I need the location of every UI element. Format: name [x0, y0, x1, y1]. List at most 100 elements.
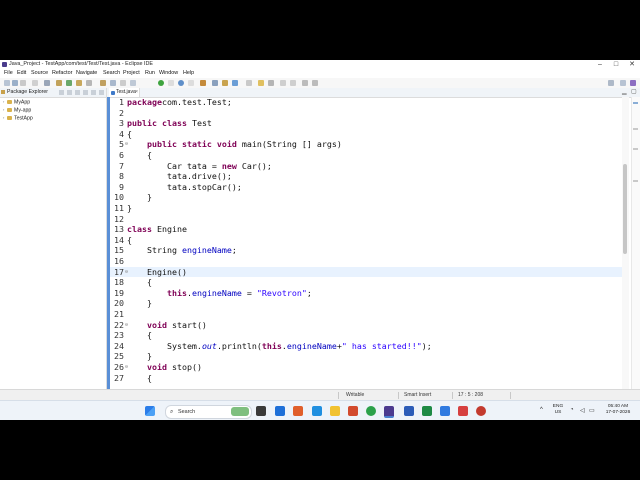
chrome-icon[interactable] — [366, 406, 376, 416]
coverage-icon[interactable] — [66, 80, 72, 86]
maximize-view-icon[interactable] — [99, 90, 104, 95]
copilot-icon[interactable] — [293, 406, 303, 416]
menu-project[interactable]: Project — [123, 69, 140, 78]
forward-icon[interactable] — [312, 80, 318, 86]
run-icon[interactable] — [158, 80, 164, 86]
run-dropdown-icon[interactable] — [168, 80, 174, 86]
code-line[interactable]: 16 — [110, 256, 622, 267]
tray-chevron-icon[interactable]: ^ — [540, 407, 543, 413]
excel-icon[interactable] — [422, 406, 432, 416]
photos-icon[interactable] — [440, 406, 450, 416]
print-icon[interactable] — [32, 80, 38, 86]
scrollbar-thumb[interactable] — [623, 164, 627, 254]
windows-start-icon[interactable] — [145, 406, 155, 416]
code-line[interactable]: 24 System.out.println(this.engineName+" … — [110, 341, 622, 352]
prev-annotation-icon[interactable] — [290, 80, 296, 86]
code-line[interactable]: 9 tata.stopCar(); — [110, 182, 622, 193]
toggle-mark-icon[interactable] — [246, 80, 252, 86]
overview-marker[interactable] — [633, 128, 638, 130]
maximize-button[interactable]: □ — [608, 60, 624, 69]
annotation-icon[interactable] — [120, 80, 126, 86]
code-line[interactable]: 22 ⊖ void start() — [110, 320, 622, 331]
code-line[interactable]: 6 { — [110, 150, 622, 161]
app-icon[interactable] — [476, 406, 486, 416]
new-java-project-icon[interactable] — [212, 80, 218, 86]
language-indicator[interactable]: ENG US — [551, 404, 565, 416]
new-icon[interactable] — [4, 80, 10, 86]
code-line[interactable]: 8 tata.drive(); — [110, 171, 622, 182]
new-java-package-icon[interactable] — [222, 80, 228, 86]
menu-run[interactable]: Run — [145, 69, 155, 78]
code-line[interactable]: 11} — [110, 203, 622, 214]
volume-icon[interactable]: ◁ — [580, 407, 585, 414]
code-line[interactable]: 7 Car tata = new Car(); — [110, 161, 622, 172]
debug-dropdown-icon[interactable] — [188, 80, 194, 86]
open-type-icon[interactable] — [100, 80, 106, 86]
store-icon[interactable] — [348, 406, 358, 416]
menu-window[interactable]: Window — [159, 69, 178, 78]
code-line[interactable]: 2 — [110, 108, 622, 119]
debug-run-icon[interactable] — [178, 80, 184, 86]
next-annotation-icon[interactable] — [280, 80, 286, 86]
package-explorer-title[interactable]: Package Explorer — [7, 88, 48, 97]
code-line[interactable]: 27 { — [110, 373, 622, 384]
code-line[interactable]: 10 } — [110, 192, 622, 203]
overview-marker[interactable] — [633, 180, 638, 182]
code-line[interactable]: 15 String engineName; — [110, 245, 622, 256]
close-button[interactable]: ✕ — [624, 60, 640, 69]
save-all-icon[interactable] — [20, 80, 26, 86]
code-line[interactable]: 5 ⊖ public static void main(String [] arg… — [110, 139, 622, 150]
project-item[interactable]: › My-app — [3, 106, 31, 114]
link-editor-icon[interactable] — [67, 90, 72, 95]
code-line[interactable]: 23 { — [110, 330, 622, 341]
minimize-button[interactable]: – — [592, 60, 608, 69]
collapse-all-icon[interactable] — [59, 90, 64, 95]
overview-marker[interactable] — [633, 102, 638, 104]
new-package-icon[interactable] — [76, 80, 82, 86]
code-line[interactable]: 19 this.engineName = "Revotron"; — [110, 288, 622, 299]
code-line[interactable]: 3 public class Test — [110, 118, 622, 129]
code-line[interactable]: 14{ — [110, 235, 622, 246]
clock[interactable]: 05:40 AM 17-07-2026 — [602, 404, 634, 416]
widgets-icon[interactable] — [275, 406, 285, 416]
overview-ruler[interactable] — [631, 97, 640, 400]
overview-marker[interactable] — [633, 148, 638, 150]
pin-icon[interactable] — [130, 80, 136, 86]
code-line[interactable]: 1 packagecom.test.Test; — [110, 97, 622, 108]
code-line[interactable]: 18 { — [110, 277, 622, 288]
code-line[interactable]: 4{ — [110, 129, 622, 140]
edge-icon[interactable] — [312, 406, 322, 416]
java-perspective-icon[interactable] — [630, 80, 636, 86]
menu-source[interactable]: Source — [31, 69, 48, 78]
filter-icon[interactable] — [75, 90, 80, 95]
external-tools-icon[interactable] — [200, 80, 206, 86]
acrobat-icon[interactable] — [458, 406, 468, 416]
code-line[interactable]: 26 ⊖ void stop() — [110, 362, 622, 373]
wifi-icon[interactable]: ◔ — [570, 407, 574, 413]
view-menu-icon[interactable] — [83, 90, 88, 95]
eclipse-taskbar-icon[interactable] — [384, 406, 394, 418]
code-line[interactable]: 25 } — [110, 351, 622, 362]
back-icon[interactable] — [302, 80, 308, 86]
save-icon[interactable] — [12, 80, 18, 86]
terminal-icon[interactable] — [44, 80, 50, 86]
minimize-view-icon[interactable] — [91, 90, 96, 95]
highlight-icon[interactable] — [258, 80, 264, 86]
show-whitespace-icon[interactable] — [268, 80, 274, 86]
editor-tab[interactable]: Test.java × — [109, 88, 140, 97]
editor-maximize-icon[interactable]: ▢ — [631, 88, 637, 97]
task-view-icon[interactable] — [256, 406, 266, 416]
menu-search[interactable]: Search — [103, 69, 120, 78]
code-area[interactable]: 1 packagecom.test.Test; 2 3 public class Tes… — [110, 97, 622, 400]
open-perspective-icon[interactable] — [620, 80, 626, 86]
new-java-class-icon[interactable] — [232, 80, 238, 86]
menu-help[interactable]: Help — [183, 69, 194, 78]
word-icon[interactable] — [404, 406, 414, 416]
search-perspective-icon[interactable] — [608, 80, 614, 86]
tab-close-icon[interactable]: × — [135, 88, 138, 97]
code-line[interactable]: 20 } — [110, 298, 622, 309]
menu-edit[interactable]: Edit — [17, 69, 26, 78]
new-folder-icon[interactable] — [86, 80, 92, 86]
project-item[interactable]: › TestApp — [3, 114, 33, 122]
project-item[interactable]: › MyApp — [3, 98, 30, 106]
